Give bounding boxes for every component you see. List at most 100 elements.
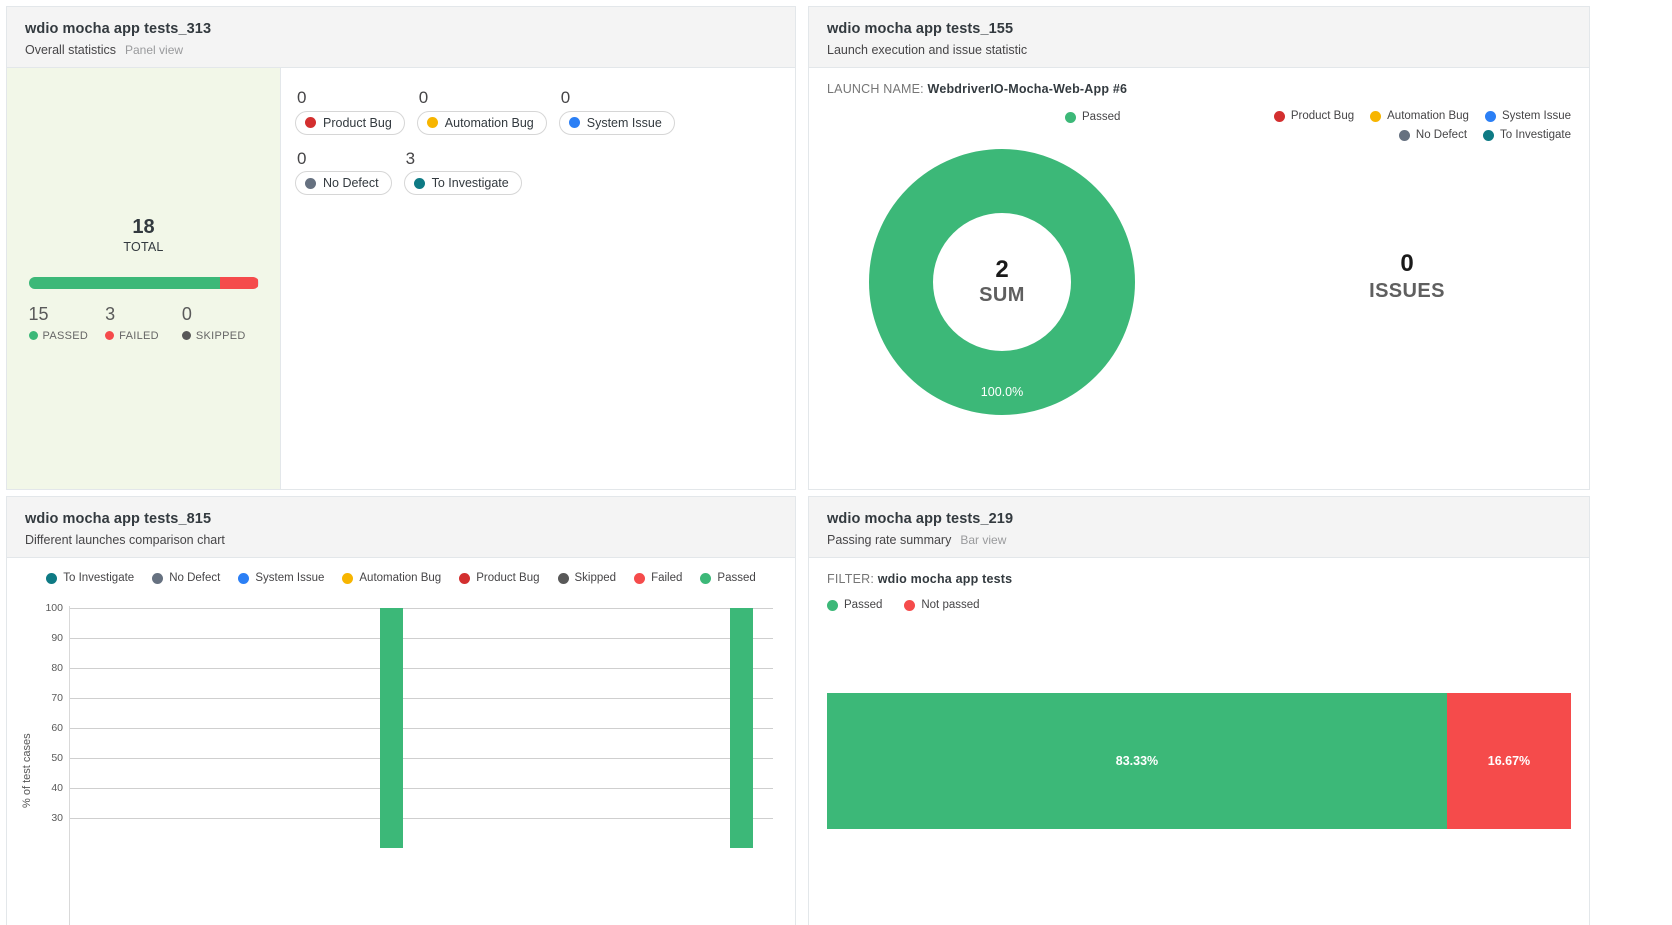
overall-summary-panel: 18 TOTAL 15 PASSED 3 FAILED 0 SKIPPED	[7, 68, 281, 489]
defect-pill[interactable]: System Issue	[558, 110, 675, 135]
stat-passed[interactable]: 15 PASSED	[28, 304, 106, 342]
passing-rate-segment[interactable]: 16.67%	[1446, 693, 1571, 830]
defect-label: Product Bug	[323, 115, 392, 130]
defect-pill[interactable]: To Investigate	[403, 171, 522, 196]
defect-cell: 0 No Defect	[295, 149, 392, 196]
stat-failed-label: FAILED	[119, 329, 159, 342]
passing-rate-segment[interactable]: 83.33%	[827, 693, 1447, 830]
legend-label: Passed	[717, 572, 756, 585]
filter-label: FILTER:	[827, 572, 875, 587]
defect-pill[interactable]: No Defect	[295, 171, 392, 196]
gridline	[70, 668, 773, 670]
y-tick-label: 30	[51, 812, 63, 825]
widget-title[interactable]: wdio mocha app tests_155	[827, 19, 1571, 40]
legend-item[interactable]: Passed	[1065, 111, 1120, 123]
donut-chart[interactable]: 2 SUM 100.0%	[869, 149, 1135, 416]
widget-body: FILTER: wdio mocha app tests Passed Not p…	[809, 558, 1589, 925]
defect-count: 0	[297, 88, 307, 108]
widget-body: 18 TOTAL 15 PASSED 3 FAILED 0 SKIPPED 0 …	[7, 68, 795, 489]
legend-item[interactable]: System Issue	[238, 572, 324, 584]
widget-subtitle: Overall statistics	[25, 43, 116, 58]
legend-item[interactable]: System Issue	[1484, 110, 1571, 123]
defect-pill[interactable]: Automation Bug	[416, 110, 547, 135]
issues-block: 0 ISSUES	[1327, 250, 1487, 303]
gridline	[70, 758, 773, 760]
defect-types-panel: 0 Product Bug 0 Automation Bug 0 System Issue…	[281, 68, 795, 489]
legend-label: Product Bug	[476, 572, 540, 585]
legend-dot-icon	[152, 572, 164, 584]
chart-bar-passed[interactable]	[380, 608, 403, 849]
chart-bar-passed[interactable]	[730, 608, 753, 849]
legend-label: System Issue	[1501, 110, 1571, 123]
defect-count: 3	[405, 148, 416, 168]
widget-title[interactable]: wdio mocha app tests_815	[25, 509, 777, 530]
legend-item[interactable]: No Defect	[1398, 129, 1467, 141]
legend-dot-icon	[1483, 129, 1495, 141]
legend-dot-icon	[557, 572, 569, 584]
issues-label: ISSUES	[1369, 280, 1445, 303]
donut-svg	[869, 149, 1135, 416]
legend-dot-icon	[904, 599, 916, 611]
legend-item[interactable]: No Defect	[152, 572, 220, 584]
plot-grid-area	[69, 606, 785, 925]
y-tick-label: 80	[51, 662, 63, 675]
widget-comparison-chart: wdio mocha app tests_815 Different launc…	[6, 496, 796, 925]
legend-item[interactable]: Passed	[700, 572, 756, 585]
pass-fail-progress-bar	[28, 277, 259, 290]
stat-skipped-label-wrap: SKIPPED	[181, 330, 259, 342]
legend-item[interactable]: Product Bug	[459, 572, 540, 585]
widget-subtitle: Different launches comparison chart	[25, 533, 225, 548]
stat-failed[interactable]: 3 FAILED	[105, 304, 182, 342]
legend-dot-icon	[46, 572, 58, 584]
progress-segment-failed	[220, 277, 259, 290]
total-count: 18	[132, 216, 155, 239]
legend-dot-icon	[1370, 110, 1382, 122]
legend-item[interactable]: Automation Bug	[342, 572, 441, 584]
legend-item[interactable]: Product Bug	[1273, 110, 1355, 123]
defect-pill[interactable]: Product Bug	[295, 110, 405, 135]
comparison-legend: To Investigate No Defect System Issue Autom…	[17, 572, 785, 584]
widget-subline: Launch execution and issue statistic	[827, 43, 1571, 57]
gridline	[70, 788, 773, 790]
legend-dot-icon	[1484, 110, 1496, 122]
comparison-plot: % of test cases 100 90 80 70 60 50 40 30	[17, 602, 785, 925]
legend-label: No Defect	[169, 572, 221, 585]
legend-dot-icon	[459, 572, 471, 584]
legend-label: Automation Bug	[1387, 110, 1469, 123]
legend-item[interactable]: Not passed	[904, 599, 980, 611]
legend-item[interactable]: To Investigate	[1483, 129, 1571, 141]
widget-title[interactable]: wdio mocha app tests_219	[827, 509, 1571, 530]
legend-dot-icon	[1273, 110, 1285, 122]
y-tick-label: 50	[51, 752, 63, 765]
legend-dot-icon	[1065, 111, 1076, 123]
filter-value[interactable]: wdio mocha app tests	[878, 572, 1013, 586]
legend-dot-icon	[634, 572, 646, 584]
gridline	[70, 608, 773, 610]
defect-cell: 0 Product Bug	[295, 88, 405, 135]
widget-view-mode: Bar view	[960, 533, 1007, 548]
legend-item[interactable]: Passed	[827, 599, 882, 611]
launch-name-value[interactable]: WebdriverIO-Mocha-Web-App #6	[928, 82, 1128, 96]
stat-skipped[interactable]: 0 SKIPPED	[181, 304, 259, 342]
legend-item[interactable]: Automation Bug	[1370, 110, 1469, 122]
widget-header: wdio mocha app tests_313 Overall statist…	[7, 7, 795, 69]
widget-title[interactable]: wdio mocha app tests_313	[25, 19, 777, 40]
legend-item[interactable]: To Investigate	[46, 572, 134, 584]
defect-count: 0	[297, 148, 307, 168]
failed-dot-icon	[105, 331, 115, 341]
gridline	[70, 638, 773, 640]
legend-dot-icon	[342, 572, 354, 584]
legend-item[interactable]: Skipped	[557, 572, 616, 584]
passing-rate-legend: Passed Not passed	[827, 599, 1571, 611]
legend-label: Failed	[651, 572, 683, 585]
legend-label: To Investigate	[63, 572, 135, 585]
y-tick-label: 100	[45, 602, 63, 615]
filter-row: FILTER: wdio mocha app tests	[827, 572, 1571, 586]
donut-segment-passed[interactable]	[869, 149, 1135, 416]
launch-name-label: LAUNCH NAME:	[827, 82, 924, 97]
defect-label: System Issue	[586, 115, 662, 130]
defect-cell: 0 System Issue	[558, 88, 675, 135]
y-tick-label: 40	[51, 782, 63, 795]
legend-item[interactable]: Failed	[634, 572, 682, 584]
legend-label: Product Bug	[1290, 110, 1355, 123]
